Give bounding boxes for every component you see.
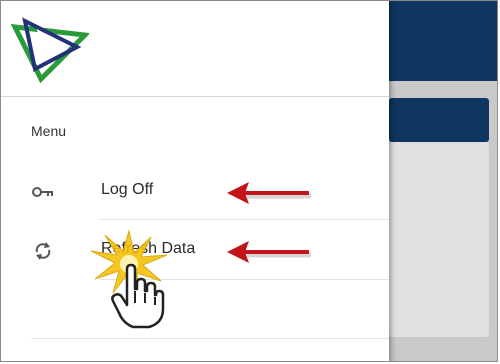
app-header-bar <box>389 1 497 81</box>
refresh-icon <box>35 242 51 260</box>
header-divider <box>1 96 389 97</box>
drawer-header <box>1 1 389 97</box>
red-arrow-icon <box>227 241 311 263</box>
app-banner <box>389 98 489 142</box>
hand-cursor-icon <box>111 263 165 329</box>
menu-divider <box>99 219 389 220</box>
log-off-label: Log Off <box>101 181 154 198</box>
navigation-drawer: Menu Log Off Refresh Data <box>1 1 389 361</box>
menu-item-log-off[interactable]: Log Off <box>31 164 389 220</box>
screenshot-frame: Menu Log Off Refresh Data <box>0 0 498 362</box>
menu-divider <box>31 338 389 339</box>
red-arrow-icon <box>227 182 311 204</box>
menu-title: Menu <box>31 123 67 139</box>
key-icon <box>32 187 53 197</box>
app-card <box>389 142 489 337</box>
app-logo <box>11 17 89 83</box>
menu-item-refresh-data[interactable]: Refresh Data <box>31 223 389 279</box>
